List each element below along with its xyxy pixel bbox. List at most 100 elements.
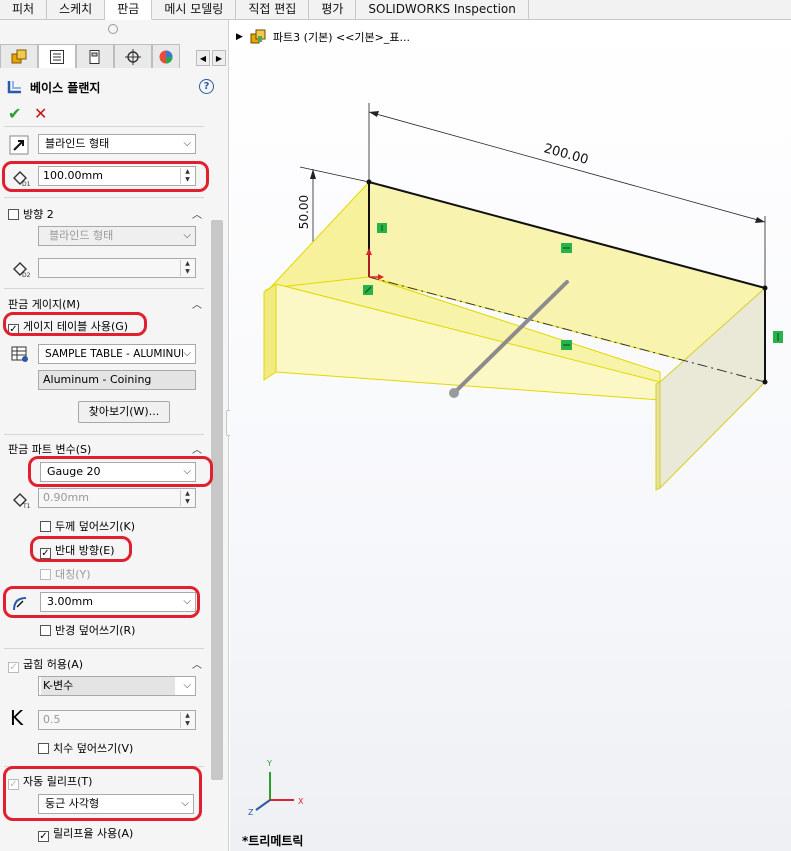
separator	[4, 766, 204, 767]
gauge-table-icon	[9, 343, 31, 365]
dimxpert-tab[interactable]	[114, 44, 152, 68]
ok-button[interactable]: ✔	[8, 104, 21, 123]
checkbox-icon	[40, 625, 51, 636]
bend-radius-icon	[10, 592, 32, 614]
collapse-icon[interactable]: ︿	[192, 206, 202, 221]
separator	[4, 434, 204, 435]
bend-radius-select[interactable]: 3.00mm ⌵	[40, 592, 196, 612]
reverse-direction-icon[interactable]	[8, 134, 30, 156]
collapse-icon[interactable]: ︿	[192, 296, 202, 311]
extension-line	[299, 166, 370, 183]
browse-button[interactable]: 찾아보기(W)...	[78, 401, 170, 423]
separator	[4, 288, 204, 289]
gauge-select[interactable]: Gauge 20 ⌵	[40, 462, 196, 482]
gauge-section-header: 판금 게이지(M)	[8, 298, 81, 311]
part-face[interactable]	[268, 180, 370, 289]
checkbox-checked-icon: ✓	[40, 548, 51, 559]
tab-mesh-modeling[interactable]: 메시 모델링	[152, 0, 237, 20]
bend-allowance-checkbox: ✓ 굽힘 허용(A)	[8, 656, 83, 673]
thickness-input: 0.90mm ▲ ▼	[38, 488, 196, 508]
checkbox-checked-icon: ✓	[8, 779, 19, 790]
tab-features[interactable]: 피처	[0, 0, 48, 20]
dimension-200-text[interactable]: 200.00	[542, 141, 590, 168]
tab-solidworks-inspection[interactable]: SOLIDWORKS Inspection	[356, 0, 529, 20]
feature-tree-icon	[11, 49, 27, 63]
checkbox-checked-icon: ✓	[38, 831, 49, 842]
triad-z-axis	[255, 799, 271, 811]
spin-arrows-icon: ▲ ▼	[180, 260, 194, 276]
gauge-table-value: SAMPLE TABLE - ALUMINUM	[45, 348, 191, 360]
panel-grip-icon[interactable]	[108, 24, 118, 34]
depth-d1-icon: D1	[10, 166, 32, 188]
graphics-area[interactable]: ▶ 파트3 (기본) <<기본>_표... 200.00 50.00 Y X Z…	[230, 20, 791, 851]
direction2-label: 방향 2	[23, 208, 54, 221]
triad-y-label: Y	[266, 759, 272, 768]
separator	[4, 648, 204, 649]
collapse-icon[interactable]: ︿	[192, 656, 202, 671]
override-thickness-label: 두께 덮어쓰기(K)	[55, 520, 136, 533]
svg-text:D1: D1	[22, 181, 31, 187]
manager-tabs	[0, 44, 228, 68]
scroll-left-icon[interactable]: ◀	[196, 50, 210, 66]
chevron-down-icon: ⌵	[183, 596, 191, 607]
auto-relief-header: 자동 릴리프(T)	[23, 775, 93, 788]
depth-value: 100.00mm	[43, 169, 103, 182]
property-list-icon	[50, 49, 64, 64]
flange-edge	[263, 283, 277, 381]
feature-manager-tab[interactable]	[0, 44, 38, 68]
tab-sketch[interactable]: 스케치	[47, 0, 106, 20]
end-condition-select[interactable]: 블라인드 형태 ⌵	[38, 134, 196, 154]
override-radius-checkbox[interactable]: 반경 덮어쓰기(R)	[40, 622, 135, 638]
material-value: Aluminum - Coining	[43, 373, 152, 386]
override-value-checkbox[interactable]: 치수 덮어쓰기(V)	[38, 740, 133, 756]
bend-allowance-type-value: K-변수	[41, 677, 175, 695]
property-manager-tab[interactable]	[38, 44, 76, 68]
chevron-down-icon: ⌵	[183, 345, 191, 363]
arrowhead-icon	[755, 217, 765, 223]
direction2-checkbox[interactable]: 방향 2	[8, 206, 54, 222]
configuration-manager-tab[interactable]	[76, 44, 114, 68]
direction-handle-end-icon[interactable]	[449, 388, 459, 398]
configuration-icon	[89, 49, 100, 64]
override-thickness-checkbox[interactable]: 두께 덮어쓰기(K)	[40, 518, 135, 534]
params-section-header: 판금 파트 변수(S)	[8, 443, 92, 456]
tab-sheet-metal[interactable]: 판금	[105, 0, 153, 20]
use-gauge-table-checkbox[interactable]: ✓ 게이지 테이블 사용(G)	[8, 318, 128, 335]
tab-evaluate[interactable]: 평가	[309, 0, 357, 20]
panel-scrollbar[interactable]	[211, 220, 223, 780]
display-manager-tab[interactable]	[152, 44, 180, 68]
help-icon[interactable]: ?	[199, 79, 214, 94]
use-relief-ratio-checkbox[interactable]: ✓ 릴리프율 사용(A)	[38, 825, 133, 842]
chevron-down-icon: ⌵	[181, 798, 189, 809]
feature-title: 베이스 플랜지	[6, 78, 100, 96]
view-orientation-label: *트리메트릭	[242, 834, 304, 848]
use-gauge-table-label: 게이지 테이블 사용(G)	[23, 320, 129, 333]
relief-type-select[interactable]: 둥근 사각형 ⌵	[38, 794, 194, 814]
thickness-icon: T1	[10, 488, 32, 510]
depth-d2-icon: D2	[10, 257, 32, 279]
tab-scroll: ◀ ▶	[196, 50, 226, 66]
override-value-label: 치수 덮어쓰기(V)	[53, 742, 134, 755]
gauge-table-select[interactable]: SAMPLE TABLE - ALUMINUM ⌵	[38, 344, 196, 364]
bend-radius-value: 3.00mm	[47, 595, 93, 608]
bend-allowance-type-select[interactable]: K-변수 ⌵	[38, 676, 196, 696]
scroll-right-icon[interactable]: ▶	[212, 50, 226, 66]
symmetric-label: 대칭(Y)	[55, 568, 91, 581]
cancel-button[interactable]: ✕	[34, 104, 47, 123]
collapse-icon[interactable]: ︿	[192, 441, 202, 456]
model-view: 200.00 50.00 Y X Z	[248, 103, 783, 817]
depth-input[interactable]: 100.00mm ▲ ▼	[38, 166, 196, 186]
spin-arrows-icon[interactable]: ▲ ▼	[180, 168, 194, 184]
auto-relief-checkbox: ✓ 자동 릴리프(T)	[8, 773, 92, 790]
triad-x-label: X	[298, 797, 304, 806]
k-factor-input: 0.5 ▲ ▼	[38, 710, 196, 730]
reverse-direction-checkbox[interactable]: ✓ 반대 방향(E)	[40, 542, 115, 559]
spin-arrows-icon: ▲ ▼	[180, 712, 194, 728]
checkbox-icon	[40, 521, 51, 532]
bend-allowance-header: 굽힘 허용(A)	[23, 658, 84, 671]
checkbox-icon	[8, 209, 19, 220]
tab-direct-editing[interactable]: 직접 편집	[236, 0, 310, 20]
dimension-50-text[interactable]: 50.00	[297, 195, 311, 229]
reverse-direction-label: 반대 방향(E)	[55, 544, 115, 557]
symmetric-checkbox: 대칭(Y)	[40, 566, 91, 582]
